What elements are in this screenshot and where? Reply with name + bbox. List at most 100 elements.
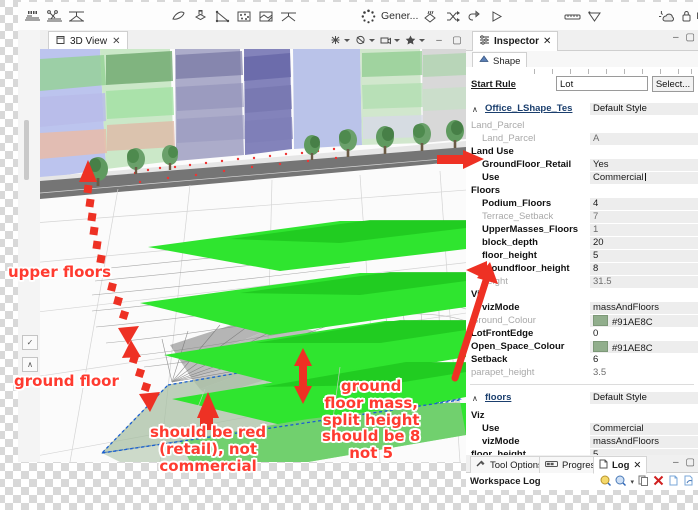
prop-row-groundfloor-height[interactable]: groundfloor_height 8 <box>466 263 698 275</box>
prop-value[interactable]: massAndFloors <box>590 302 698 314</box>
export-icon[interactable] <box>683 475 694 489</box>
navigate-caret-icon[interactable] <box>344 38 350 42</box>
prop-row-land-parcel[interactable]: Land_Parcel A <box>466 133 698 145</box>
navigate-icon[interactable] <box>329 34 342 46</box>
close-icon[interactable]: ✕ <box>633 460 641 471</box>
maximize-icon[interactable]: ▢ <box>450 33 464 47</box>
prop-row-height[interactable]: height 31.5 <box>466 276 698 288</box>
camera-caret-icon[interactable] <box>394 38 400 42</box>
prop-row-parapet-height[interactable]: parapet_height 3.5 <box>466 367 698 379</box>
bookmark-icon[interactable] <box>404 34 417 46</box>
prop-row-use[interactable]: Use Commercial <box>466 172 698 184</box>
graph-edit-icon[interactable] <box>45 7 64 26</box>
prop-value[interactable]: #91AE8C <box>590 341 698 354</box>
texture-icon[interactable] <box>235 7 254 26</box>
prop-value[interactable]: #91AE8C <box>590 315 698 328</box>
prop-value[interactable]: 4 <box>590 198 698 210</box>
chevron-down-icon[interactable]: ▾ <box>630 478 634 486</box>
maximize-icon[interactable]: ▢ <box>686 457 695 468</box>
maximize-icon[interactable]: ▢ <box>686 32 695 43</box>
tab-tool-options[interactable]: Tool Options <box>470 456 549 473</box>
prop-value[interactable]: 3.5 <box>590 367 698 379</box>
prop-value[interactable]: 6 <box>590 354 698 366</box>
terrain-icon[interactable] <box>67 7 86 26</box>
tab-inspector[interactable]: Inspector ✕ <box>472 31 559 52</box>
prop-value[interactable]: 5 <box>590 250 698 262</box>
prop-value[interactable]: Commercial <box>590 423 698 435</box>
chevron-up-icon[interactable]: ∧ <box>472 105 478 114</box>
start-rule-select-button[interactable]: Select... <box>652 76 694 92</box>
inspector-panel: Inspector ✕ – ▢ Shape Start Rule Lot Sel… <box>466 30 698 455</box>
undo-icon[interactable] <box>465 7 484 26</box>
prop-row-floors-vizmode[interactable]: vizMode massAndFloors <box>466 436 698 448</box>
copy-icon[interactable] <box>638 475 649 489</box>
play-icon[interactable] <box>487 7 506 26</box>
cleanup-icon[interactable] <box>421 7 440 26</box>
rule-file-name[interactable]: Office_LShape_Tes <box>485 103 572 114</box>
page-icon[interactable] <box>668 475 679 489</box>
prop-value[interactable]: A <box>590 133 698 145</box>
prop-value[interactable]: Yes <box>590 159 698 171</box>
sky-icon[interactable] <box>657 7 676 26</box>
render-caret-icon[interactable] <box>369 38 375 42</box>
prop-value[interactable]: 1 <box>590 224 698 236</box>
rule-file-header-office[interactable]: ∧ Office_LShape_Tes Default Style <box>466 103 698 115</box>
3d-viewport-canvas[interactable] <box>40 49 466 462</box>
prop-row-lotfrontedge[interactable]: LotFrontEdge 0 <box>466 328 698 340</box>
tab-log[interactable]: Log ✕ <box>593 456 648 474</box>
prop-row-terrace-setback[interactable]: Terrace_Setback 7 <box>466 211 698 223</box>
left-rail-collapse-button[interactable]: ∧ <box>22 357 38 372</box>
bookmark-caret-icon[interactable] <box>419 38 425 42</box>
prop-row-podium-floors[interactable]: Podium_Floors 4 <box>466 198 698 210</box>
prop-row-floors-use[interactable]: Use Commercial <box>466 423 698 435</box>
close-icon[interactable]: ✕ <box>112 36 120 47</box>
prop-value[interactable]: 31.5 <box>590 276 698 288</box>
render-mode-icon[interactable] <box>354 34 367 46</box>
rule-file-header-floors[interactable]: ∧ floors Default Style <box>466 392 698 404</box>
clip-icon[interactable] <box>585 7 604 26</box>
color-swatch[interactable] <box>593 341 608 352</box>
prop-value[interactable]: 0 <box>590 328 698 340</box>
prop-value[interactable]: 7 <box>590 211 698 223</box>
minimize-icon[interactable]: – <box>673 32 679 43</box>
minimize-icon[interactable]: – <box>673 457 679 468</box>
shuffle-icon[interactable] <box>443 7 462 26</box>
close-icon[interactable]: ✕ <box>543 36 551 47</box>
model-hierarchy-icon[interactable] <box>191 7 210 26</box>
warning-filter-icon[interactable] <box>600 475 612 489</box>
polygon-shape-icon[interactable] <box>169 7 188 26</box>
tab-3d-view[interactable]: 3D View ✕ <box>48 31 129 51</box>
start-rule-input[interactable]: Lot <box>556 76 648 91</box>
color-swatch[interactable] <box>593 315 608 326</box>
prop-value[interactable]: 8 <box>590 263 698 275</box>
prop-row-ground-colour[interactable]: Ground_Colour #91AE8C <box>466 315 698 328</box>
info-filter-icon[interactable] <box>615 475 627 489</box>
prop-row-open-space-colour[interactable]: Open_Space_Colour #91AE8C <box>466 341 698 354</box>
chevron-up-icon[interactable]: ∧ <box>472 394 478 403</box>
prop-row-uppermasses-floors[interactable]: UpperMasses_Floors 1 <box>466 224 698 236</box>
camera-icon[interactable] <box>379 34 392 46</box>
inspector-properties-body[interactable]: Start Rule Lot Select... ∧ Office_LShape… <box>466 67 698 455</box>
prop-value-editing[interactable]: Commercial <box>590 172 698 184</box>
prop-row-block-depth[interactable]: block_depth 20 <box>466 237 698 249</box>
street-network-icon[interactable] <box>23 7 42 26</box>
generate-icon[interactable] <box>359 7 378 26</box>
prop-row-setback[interactable]: Setback 6 <box>466 354 698 366</box>
prop-value[interactable]: 20 <box>590 237 698 249</box>
map-icon[interactable] <box>257 7 276 26</box>
light-icon[interactable] <box>279 7 298 26</box>
tools-icon <box>476 459 486 471</box>
prop-row-floor-height[interactable]: floor_height 5 <box>466 250 698 262</box>
ruler-icon[interactable] <box>563 7 582 26</box>
prop-value[interactable]: massAndFloors <box>590 436 698 448</box>
left-rail-scrollbar[interactable] <box>24 120 29 180</box>
delete-icon[interactable] <box>653 475 664 489</box>
prop-row-vizmode[interactable]: vizMode massAndFloors <box>466 302 698 314</box>
measure-icon[interactable] <box>213 7 232 26</box>
minimize-icon[interactable]: – <box>432 33 446 47</box>
prop-row-groundfloor-retail[interactable]: GroundFloor_Retail Yes <box>466 159 698 171</box>
prop-label: Use <box>482 423 500 434</box>
generate-label[interactable]: Gener... <box>381 10 418 22</box>
rule-file-name[interactable]: floors <box>485 392 511 403</box>
left-rail-check-button[interactable]: ✓ <box>22 335 38 350</box>
